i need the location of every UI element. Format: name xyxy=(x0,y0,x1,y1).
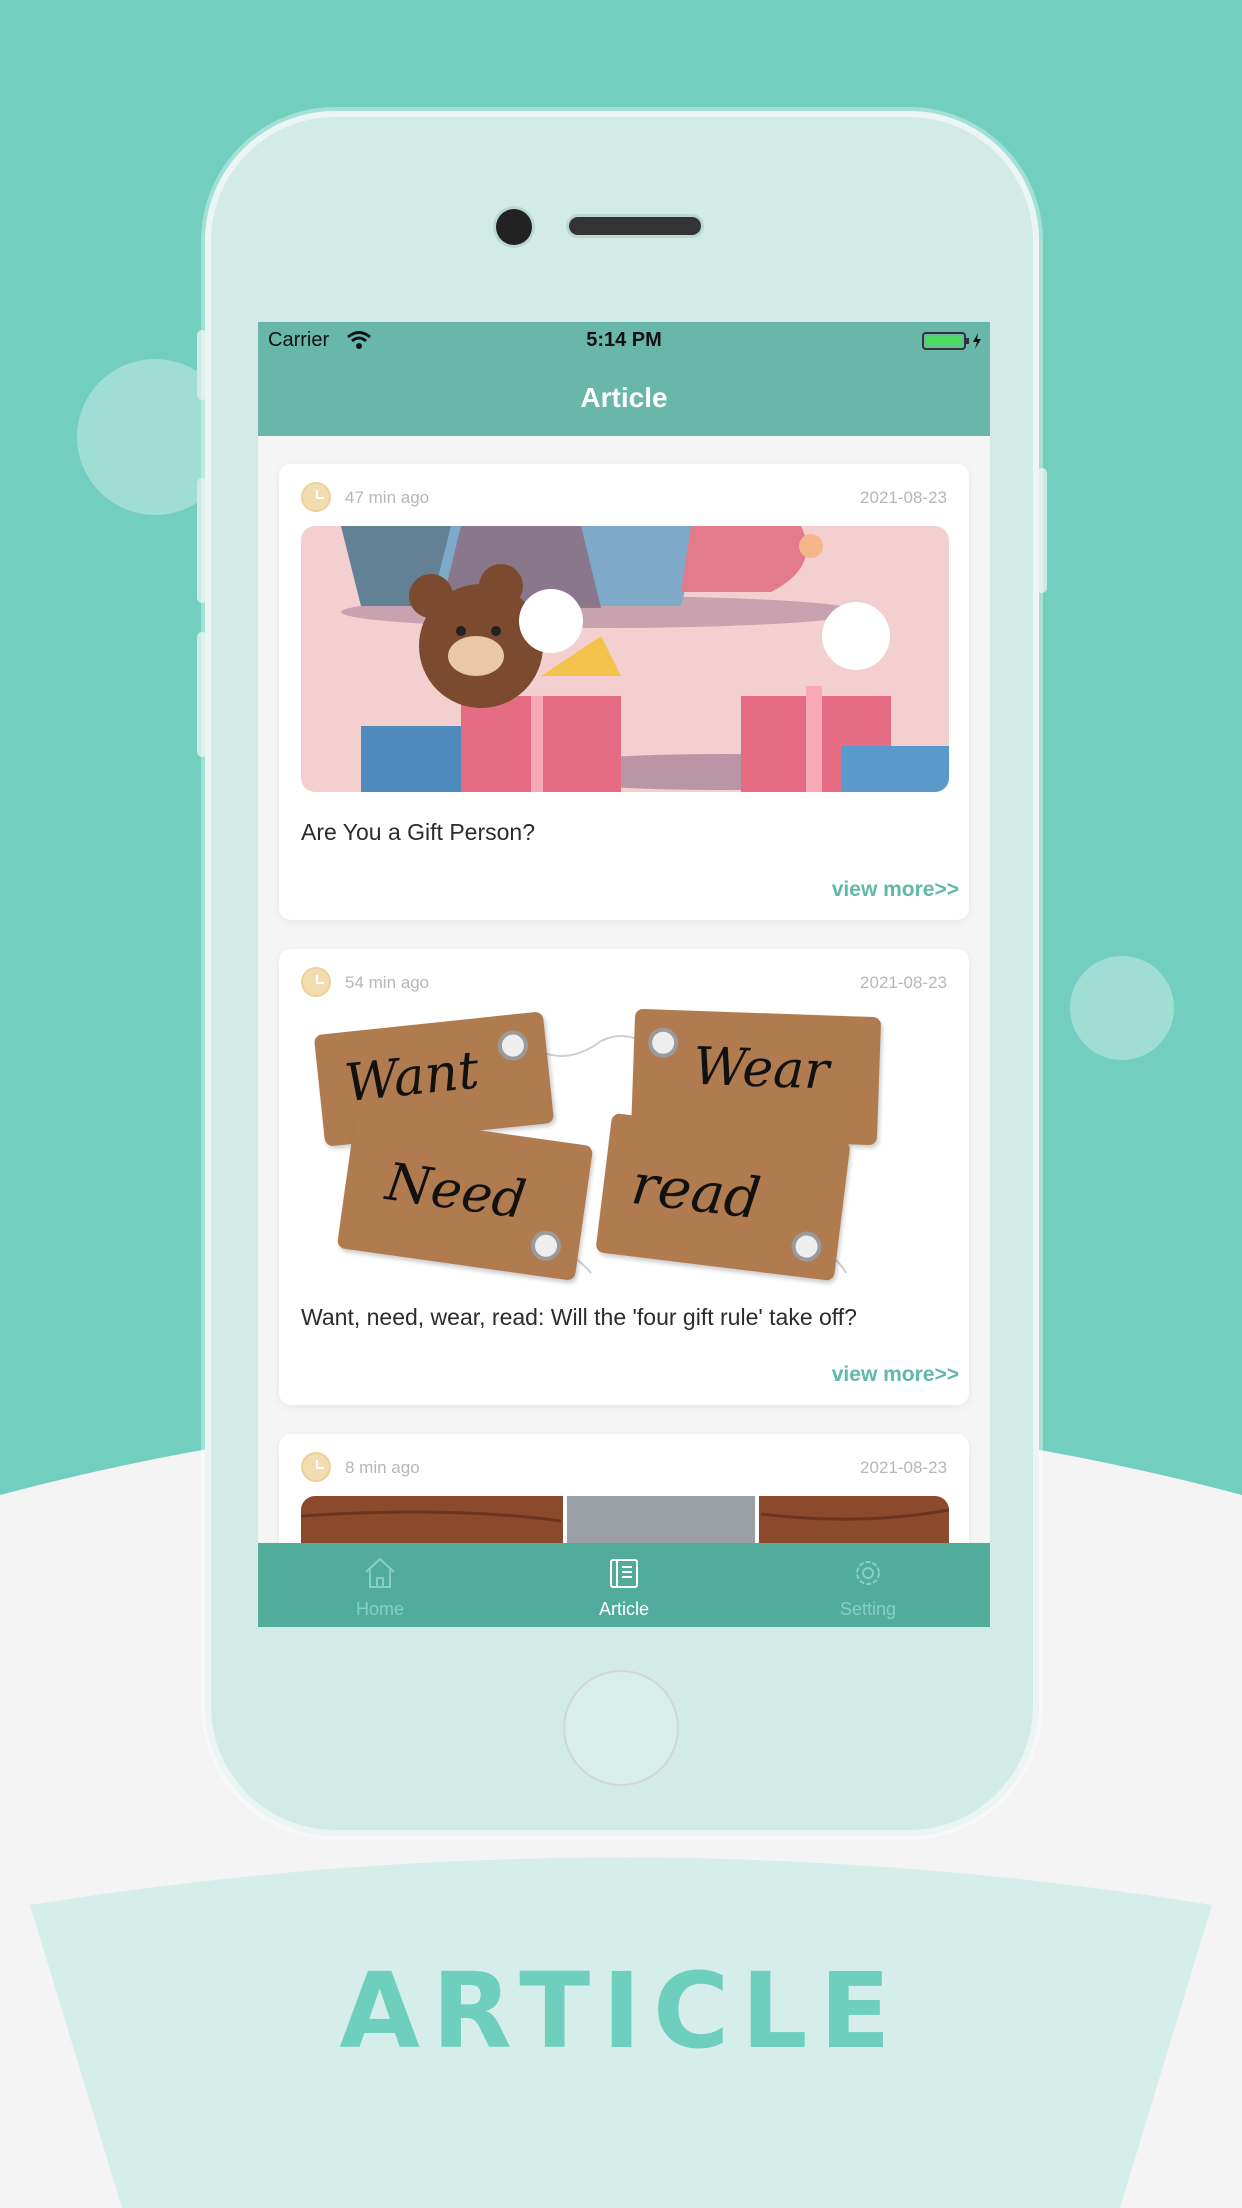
clock-icon xyxy=(301,967,331,997)
app-screen: Carrier 5:14 PM Article 47 min ago 2021-… xyxy=(258,322,990,1627)
article-title[interactable]: Are You a Gift Person? xyxy=(301,819,535,846)
clock-label: 5:14 PM xyxy=(586,329,662,351)
tab-bar: Home Article Setting xyxy=(258,1543,990,1627)
status-bar: Carrier 5:14 PM xyxy=(258,322,990,360)
book-icon xyxy=(610,1559,638,1588)
article-title[interactable]: Want, need, wear, read: Will the 'four g… xyxy=(301,1304,857,1331)
clock-icon xyxy=(301,1452,331,1482)
front-camera xyxy=(496,209,532,245)
article-date: 2021-08-23 xyxy=(860,1458,947,1477)
tag-label: Need xyxy=(382,1152,530,1232)
article-card[interactable]: 54 min ago 2021-08-23 Want Wear Need rea… xyxy=(279,949,969,1405)
view-more-link[interactable]: view more>> xyxy=(832,1363,959,1387)
promo-title: ARTICLE xyxy=(339,1950,903,2072)
home-button[interactable] xyxy=(563,1670,679,1786)
clock-icon xyxy=(301,482,331,512)
nav-title: Article xyxy=(258,360,990,436)
battery-icon xyxy=(922,332,981,350)
tab-label: Article xyxy=(598,1599,649,1619)
article-card[interactable]: 47 min ago 2021-08-23 Are You a Gift Per… xyxy=(279,464,969,920)
gear-icon xyxy=(856,1561,880,1585)
home-icon xyxy=(365,1557,395,1588)
tag-label: Wear xyxy=(692,1036,831,1102)
article-image-tags: Want Wear Need read xyxy=(301,1008,949,1282)
tab-home[interactable]: Home xyxy=(258,1543,502,1627)
article-time-ago: 47 min ago xyxy=(345,488,430,507)
article-time-ago: 8 min ago xyxy=(345,1458,420,1477)
tab-label: Home xyxy=(355,1599,404,1619)
tab-article[interactable]: Article xyxy=(502,1543,746,1627)
tag-read: read xyxy=(595,1112,851,1282)
tag-label: read xyxy=(627,1152,765,1233)
article-date: 2021-08-23 xyxy=(860,973,947,992)
tab-label: Setting xyxy=(839,1599,897,1619)
view-more-link[interactable]: view more>> xyxy=(832,878,959,902)
article-image-gift xyxy=(301,526,949,792)
tag-label: Want xyxy=(341,1040,482,1115)
article-time-ago: 54 min ago xyxy=(345,973,430,992)
article-date: 2021-08-23 xyxy=(860,488,947,507)
earpiece xyxy=(569,217,701,235)
tab-setting[interactable]: Setting xyxy=(746,1543,990,1627)
